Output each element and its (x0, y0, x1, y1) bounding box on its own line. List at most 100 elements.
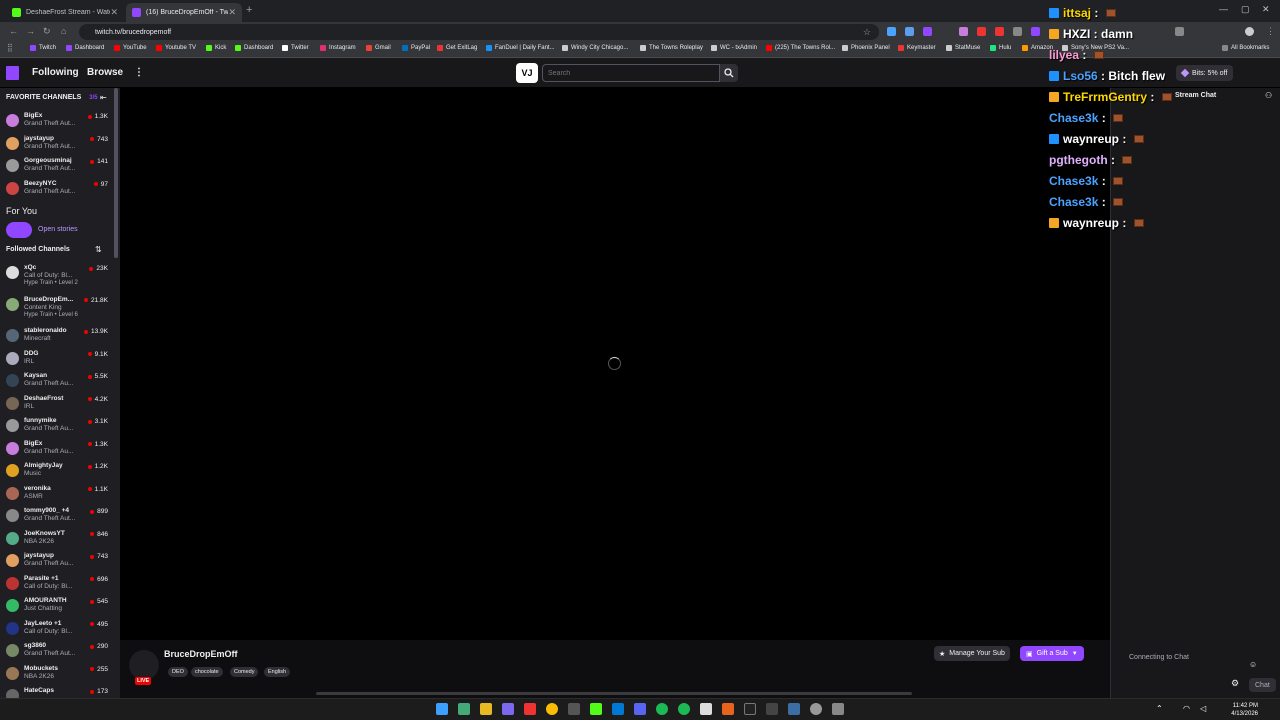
bookmark-dashboard[interactable]: Dashboard (66, 45, 104, 51)
search-extension-logo[interactable]: VJ (516, 63, 538, 83)
chrome-icon[interactable] (546, 703, 558, 715)
twitch-logo-icon[interactable] (6, 66, 19, 80)
channel-avatar[interactable] (129, 650, 159, 680)
sidebar-channel[interactable]: Mobuckets NBA 2K26 255 (0, 665, 114, 687)
extension-icon[interactable] (977, 27, 986, 36)
back-icon[interactable]: ← (9, 26, 18, 36)
tag-comedy[interactable]: Comedy (230, 667, 259, 677)
taskbar-app-icon[interactable] (568, 703, 580, 715)
extension-icon[interactable] (923, 27, 932, 36)
close-window-icon[interactable]: ✕ (1262, 4, 1270, 15)
sidebar-channel[interactable]: tommy900_ +4 Grand Theft Aut... 899 (0, 507, 114, 529)
browse-link[interactable]: Browse (87, 67, 123, 78)
taskbar-app-icon[interactable] (458, 703, 470, 715)
sidebar-channel[interactable]: Parasite +1 Call of Duty: Bl... 696 (0, 575, 114, 597)
collapse-sidebar-icon[interactable]: ⇤ (100, 93, 107, 102)
taskbar-app-icon[interactable] (700, 703, 712, 715)
bookmark-gmail[interactable]: Gmail (366, 45, 391, 51)
all-bookmarks[interactable]: All Bookmarks (1222, 45, 1269, 51)
tag-chocolate[interactable]: chocolate (191, 667, 223, 677)
sidebar-channel[interactable]: funnymike Grand Theft Au... 3.1K (0, 417, 114, 439)
extension-icon[interactable] (995, 27, 1004, 36)
bookmark-towns-roleplay[interactable]: The Towns Roleplay (640, 45, 703, 51)
bookmark-wc-txadmin[interactable]: WC - txAdmin (711, 45, 757, 51)
bookmark-twitter[interactable]: Twitter (282, 45, 309, 51)
bookmark-exitlag[interactable]: Get ExitLag (437, 45, 477, 51)
reload-icon[interactable]: ↻ (43, 26, 51, 37)
users-list-icon[interactable]: ⚇ (1265, 91, 1272, 100)
extension-icon[interactable] (1013, 27, 1022, 36)
taskbar-app-icon[interactable] (656, 703, 668, 715)
sidebar-channel[interactable]: sg3860 Grand Theft Aut... 290 (0, 642, 114, 664)
taskbar-app-icon[interactable] (810, 703, 822, 715)
bookmark-youtube-tv[interactable]: Youtube TV (156, 45, 196, 51)
extension-icon[interactable] (887, 27, 896, 36)
taskbar-app-icon[interactable] (502, 703, 514, 715)
taskbar-app-icon[interactable] (766, 703, 778, 715)
sidebar-channel[interactable]: Kaysan Grand Theft Au... 5.5K (0, 372, 114, 394)
sort-icon[interactable]: ⇅ (95, 245, 102, 254)
browser-menu-icon[interactable]: ⋮ (1266, 26, 1275, 37)
chat-settings-icon[interactable]: ⚙ (1231, 678, 1239, 689)
following-link[interactable]: Following (32, 67, 79, 78)
minimize-icon[interactable]: — (1219, 4, 1228, 14)
bookmark-kick-dashboard[interactable]: Dashboard (235, 45, 273, 51)
sidebar-channel[interactable]: AlmightyJay Music 1.2K (0, 462, 114, 484)
bookmark-hulu[interactable]: Hulu (990, 45, 1011, 51)
close-tab-icon[interactable]: ✕ (110, 7, 118, 18)
sidebar-channel[interactable]: DDG IRL 9.1K (0, 350, 114, 372)
new-tab-button[interactable]: + (246, 4, 252, 16)
sidebar-scrollbar[interactable] (114, 88, 118, 258)
search-input[interactable] (542, 64, 720, 82)
chat-emote-icon[interactable]: ☺ (1249, 660, 1257, 669)
sidebar-channel[interactable]: JayLeeto +1 Call of Duty: Bl... 495 (0, 620, 114, 642)
tag-deo[interactable]: DEO (168, 667, 188, 677)
sidebar-channel[interactable]: AMOURANTH Just Chatting 545 (0, 597, 114, 619)
sidebar-channel[interactable]: stableronaldo Minecraft 13.9K (0, 327, 114, 349)
extension-icon[interactable] (1031, 27, 1040, 36)
profile-avatar[interactable] (1245, 27, 1254, 36)
chat-send-button[interactable]: Chat (1249, 678, 1276, 692)
sidebar-channel[interactable]: Gorgeousminaj Grand Theft Aut... 141 (0, 157, 114, 179)
bookmark-towns-rol[interactable]: (225) The Towns Rol... (766, 45, 835, 51)
taskbar-app-icon[interactable] (722, 703, 734, 715)
apps-grid-icon[interactable]: ⣿ (7, 43, 13, 52)
sidebar-channel[interactable]: BigEx Grand Theft Aut... 1.3K (0, 112, 114, 134)
taskbar-app-icon[interactable] (612, 703, 624, 715)
video-player[interactable] (120, 88, 1110, 640)
start-menu-icon[interactable] (436, 703, 448, 715)
taskbar-app-icon[interactable] (524, 703, 536, 715)
search-button[interactable] (720, 64, 738, 82)
bookmark-phoenix-panel[interactable]: Phoenix Panel (842, 45, 890, 51)
browser-tab-twitch[interactable]: (16) BruceDropEmOff - Twitch ✕ (126, 3, 242, 22)
horizontal-scrollbar[interactable] (316, 692, 912, 695)
tag-english[interactable]: English (264, 667, 291, 677)
sidebar-channel[interactable]: jaystayup Grand Theft Aut... 743 (0, 135, 114, 157)
sidebar-channel[interactable]: veronika ASMR 1.1K (0, 485, 114, 507)
taskbar-app-icon[interactable] (832, 703, 844, 715)
sidebar-channel[interactable]: BeezyNYC Grand Theft Aut... 97 (0, 180, 114, 202)
volume-icon[interactable]: ◁ (1200, 704, 1206, 713)
taskbar-app-icon[interactable] (590, 703, 602, 715)
stories-avatars[interactable] (6, 222, 32, 238)
more-menu-icon[interactable]: ⋮ (134, 67, 144, 78)
channel-name[interactable]: BruceDropEmOff (164, 649, 238, 659)
bookmark-fanduel[interactable]: FanDuel | Daily Fant... (486, 45, 555, 51)
spotify-icon[interactable] (678, 703, 690, 715)
extension-icon[interactable] (905, 27, 914, 36)
bookmark-star-icon[interactable]: ☆ (863, 27, 871, 38)
address-bar[interactable]: twitch.tv/brucedropemoff ☆ (79, 24, 879, 40)
home-icon[interactable]: ⌂ (61, 26, 66, 36)
extensions-puzzle-icon[interactable] (1175, 27, 1184, 36)
bookmark-twitch[interactable]: Twitch (30, 45, 56, 51)
bookmark-windy-city[interactable]: Windy City Chicago... (562, 45, 628, 51)
sidebar-channel[interactable]: xQc Call of Duty: Bl... 23K Hype Train • Le… (0, 264, 114, 286)
x-app-icon[interactable] (744, 703, 756, 715)
gift-sub-button[interactable]: ▣ Gift a Sub ▼ (1020, 646, 1084, 661)
sidebar-channel[interactable]: jaystayup Grand Theft Au... 743 (0, 552, 114, 574)
forward-icon[interactable]: → (26, 26, 35, 36)
sidebar-channel[interactable]: JoeKnowsYT NBA 2K26 846 (0, 530, 114, 552)
close-tab-icon[interactable]: ✕ (228, 7, 236, 18)
file-explorer-icon[interactable] (480, 703, 492, 715)
taskbar-clock[interactable]: 11:42 PM 4/13/2026 (1231, 702, 1258, 718)
